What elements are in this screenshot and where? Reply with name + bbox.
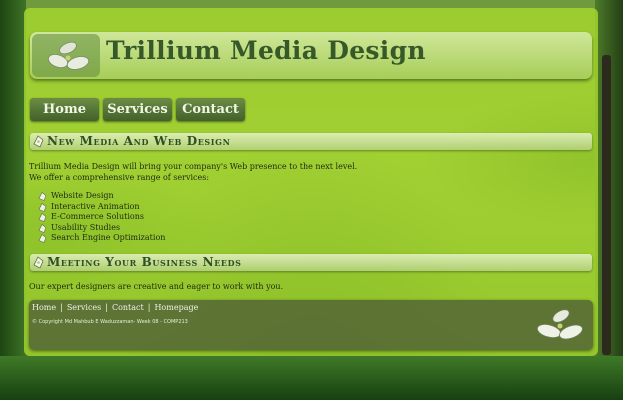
site-footer: Home | Services | Contact | Homepage © Copyrig…	[29, 300, 593, 350]
nav-contact-button[interactable]: Contact	[176, 98, 245, 121]
intro-text-line-2: We offer a comprehensive range of servic…	[29, 173, 210, 182]
trillium-bullet-icon	[32, 255, 45, 274]
background-tree-trunk	[602, 55, 611, 355]
trillium-bullet-icon	[38, 234, 47, 247]
services-list: Website Design Interactive Animation E-C…	[38, 191, 165, 244]
footer-link-services[interactable]: Services	[67, 303, 101, 312]
background-foliage	[0, 356, 623, 400]
list-item: Usability Studies	[38, 223, 165, 234]
trillium-footer-logo-icon	[531, 304, 589, 350]
trillium-bullet-icon	[32, 134, 45, 153]
business-needs-text: Our expert designers are creative and ea…	[29, 282, 284, 291]
copyright-text: © Copyright Md Mahbub E Waduzzaman- Week…	[32, 319, 188, 325]
list-item: E-Commerce Solutions	[38, 212, 165, 223]
footer-separator: |	[105, 303, 108, 312]
nav-services-button[interactable]: Services	[103, 98, 172, 121]
section-heading-web-design: New Media And Web Design	[30, 133, 592, 150]
nav-home-button[interactable]: Home	[30, 98, 99, 121]
list-item: Search Engine Optimization	[38, 233, 165, 244]
list-item: Website Design	[38, 191, 165, 202]
list-item: Interactive Animation	[38, 202, 165, 213]
section-heading-business-needs: Meeting Your Business Needs	[30, 254, 592, 271]
background-forest-left	[0, 0, 26, 400]
footer-separator: |	[147, 303, 151, 312]
footer-link-home[interactable]: Home	[32, 303, 56, 312]
footer-links: Home | Services | Contact | Homepage	[32, 303, 198, 312]
site-header: Trillium Media Design	[30, 32, 592, 79]
footer-link-homepage[interactable]: Homepage	[154, 303, 198, 312]
intro-text-line-1: Trillium Media Design will bring your co…	[29, 162, 358, 171]
page-container: Trillium Media Design Home Services Cont…	[24, 8, 598, 356]
trillium-logo-icon	[32, 34, 100, 77]
section-title: New Media And Web Design	[47, 134, 231, 148]
footer-separator: |	[60, 303, 63, 312]
section-title: Meeting Your Business Needs	[47, 255, 242, 269]
site-title: Trillium Media Design	[106, 36, 426, 65]
footer-link-contact[interactable]: Contact	[112, 303, 144, 312]
